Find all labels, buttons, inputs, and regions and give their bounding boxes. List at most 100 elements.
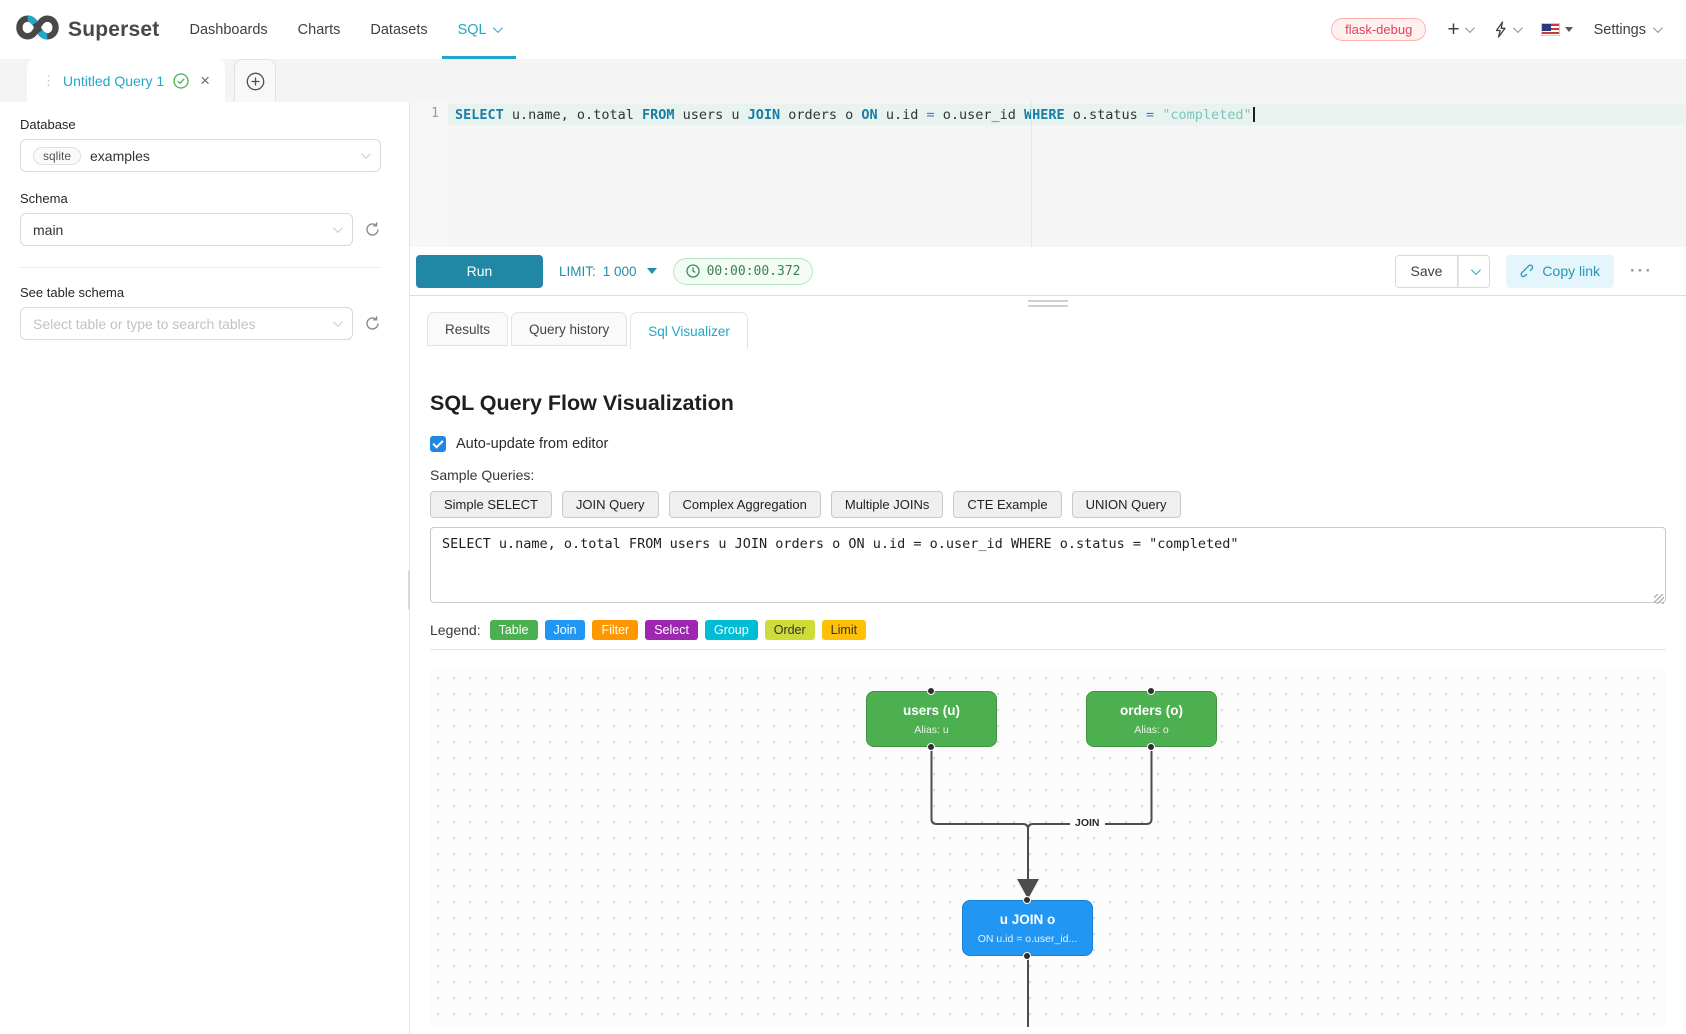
schema-label: Schema — [20, 191, 381, 206]
south-pane-resizer[interactable] — [410, 296, 1686, 312]
legend-label: Legend: — [430, 622, 481, 638]
sql-token: o.user_id — [935, 107, 1024, 123]
legend-badge-group: Group — [705, 620, 758, 640]
chevron-down-icon — [1653, 23, 1663, 33]
schema-select[interactable]: main — [20, 213, 353, 246]
node-title: orders (o) — [1087, 703, 1216, 718]
sql-token: = — [1146, 107, 1154, 123]
copy-link-button[interactable]: Copy link — [1506, 255, 1614, 288]
result-tabs: ResultsQuery historySql Visualizer — [410, 312, 1686, 349]
table-schema-label: See table schema — [20, 285, 381, 300]
sample-query-button-cte-example[interactable]: CTE Example — [953, 491, 1061, 518]
legend-badge-limit: Limit — [822, 620, 866, 640]
nav-item-label: Datasets — [370, 22, 427, 38]
query-text-input[interactable]: SELECT u.name, o.total FROM users u JOIN… — [430, 527, 1666, 603]
nav-item-datasets[interactable]: Datasets — [370, 0, 427, 59]
sqllab-sidebar: Database sqlite examples Schema main See… — [0, 102, 410, 1034]
add-query-tab-button[interactable] — [234, 59, 276, 102]
sample-query-button-join-query[interactable]: JOIN Query — [562, 491, 659, 518]
resize-grip-icon — [1028, 300, 1068, 310]
tab-query-history[interactable]: Query history — [511, 312, 627, 346]
flow-node-orders[interactable]: orders (o) Alias: o — [1086, 691, 1217, 747]
database-select[interactable]: sqlite examples — [20, 139, 381, 172]
flow-node-join[interactable]: u JOIN o ON u.id = o.user_id... — [962, 900, 1093, 956]
drag-handle-icon[interactable]: ⋮ — [42, 73, 54, 89]
text-cursor — [1253, 107, 1255, 122]
query-search-button[interactable] — [1493, 21, 1520, 38]
sql-token: JOIN — [748, 107, 781, 123]
sample-query-button-union-query[interactable]: UNION Query — [1072, 491, 1181, 518]
editor-code-area[interactable]: SELECT u.name, o.total FROM users u JOIN… — [448, 102, 1686, 247]
save-dropdown-button[interactable] — [1458, 255, 1490, 288]
chevron-down-icon — [1471, 265, 1481, 275]
sample-query-button-complex-aggregation[interactable]: Complex Aggregation — [669, 491, 821, 518]
content-divider — [430, 649, 1666, 650]
database-value: examples — [90, 148, 150, 164]
node-title: u JOIN o — [963, 912, 1092, 927]
clock-icon — [686, 264, 700, 278]
query-tab-untitled-query-1[interactable]: ⋮ Untitled Query 1 × — [27, 59, 225, 102]
sample-query-button-simple-select[interactable]: Simple SELECT — [430, 491, 552, 518]
legend-badge-filter: Filter — [592, 620, 638, 640]
caret-down-icon — [1565, 27, 1573, 32]
chevron-down-icon — [333, 317, 343, 327]
sample-queries-label: Sample Queries: — [430, 467, 1666, 483]
sql-visualizer-panel: SQL Query Flow Visualization Auto-update… — [410, 391, 1686, 1027]
top-navigation: Superset DashboardsChartsDatasetsSQL fla… — [0, 0, 1686, 59]
table-select[interactable]: Select table or type to search tables — [20, 307, 353, 340]
sql-editor[interactable]: 1 SELECT u.name, o.total FROM users u JO… — [410, 102, 1686, 247]
sample-query-button-multiple-joins[interactable]: Multiple JOINs — [831, 491, 944, 518]
saved-check-icon — [173, 73, 189, 89]
language-picker[interactable] — [1541, 23, 1573, 36]
chevron-down-icon — [1465, 23, 1475, 33]
close-tab-icon[interactable]: × — [200, 72, 210, 89]
sql-token: = — [926, 107, 934, 123]
settings-menu[interactable]: Settings — [1594, 22, 1660, 38]
limit-dropdown[interactable]: LIMIT: 1 000 — [559, 264, 657, 279]
tab-results[interactable]: Results — [427, 312, 508, 346]
query-tab-strip: ⋮ Untitled Query 1 × — [0, 59, 1686, 102]
refresh-tables-icon[interactable] — [364, 315, 381, 332]
sql-token — [1154, 107, 1162, 123]
more-actions-icon[interactable]: ··· — [1630, 261, 1653, 281]
flow-node-users[interactable]: users (u) Alias: u — [866, 691, 997, 747]
caret-down-icon — [647, 268, 657, 274]
editor-gutter: 1 — [410, 102, 448, 247]
query-timer: 00:00:00.372 — [673, 258, 814, 285]
database-label: Database — [20, 117, 381, 132]
sqllab-main: 1 SELECT u.name, o.total FROM users u JO… — [410, 102, 1686, 1034]
timer-value: 00:00:00.372 — [707, 264, 801, 279]
nav-item-sql[interactable]: SQL — [458, 0, 500, 59]
refresh-schemas-icon[interactable] — [364, 221, 381, 238]
copy-link-label: Copy link — [1542, 263, 1600, 279]
superset-logo-icon — [16, 14, 59, 46]
nav-item-dashboards[interactable]: Dashboards — [189, 0, 267, 59]
textarea-resize-icon[interactable] — [1654, 594, 1664, 604]
editor-print-margin — [1031, 102, 1032, 247]
sql-token: o.status — [1065, 107, 1146, 123]
editor-active-line[interactable]: SELECT u.name, o.total FROM users u JOIN… — [448, 104, 1686, 125]
nav-item-charts[interactable]: Charts — [298, 0, 341, 59]
tab-sql-visualizer[interactable]: Sql Visualizer — [630, 312, 748, 349]
query-tab-title: Untitled Query 1 — [63, 73, 164, 89]
lightning-bolt-icon — [1493, 21, 1508, 38]
limit-value: 1 000 — [603, 264, 637, 279]
brand-title: Superset — [68, 18, 159, 42]
node-subtitle: Alias: u — [867, 724, 996, 736]
editor-toolbar: Run LIMIT: 1 000 00:00:00.372 Save — [410, 247, 1686, 295]
settings-label: Settings — [1594, 22, 1646, 38]
auto-update-checkbox[interactable] — [430, 436, 446, 452]
sql-token: FROM — [642, 107, 675, 123]
save-button[interactable]: Save — [1395, 255, 1459, 288]
link-icon — [1520, 264, 1534, 278]
sql-token: "completed" — [1162, 107, 1251, 123]
new-item-button[interactable]: + — [1447, 19, 1471, 40]
sample-query-buttons: Simple SELECT JOIN Query Complex Aggregati… — [430, 491, 1666, 518]
flow-canvas[interactable]: JOIN users (u) Alias: u orders (o) Alias… — [430, 670, 1666, 1027]
legend-badge-table: Table — [490, 620, 538, 640]
table-select-placeholder: Select table or type to search tables — [33, 316, 256, 332]
run-query-button[interactable]: Run — [416, 255, 543, 288]
main-menu: Dashboards Charts Datasets SQL — [189, 0, 499, 59]
visualizer-title: SQL Query Flow Visualization — [430, 391, 1666, 416]
nav-item-label: SQL — [458, 22, 487, 38]
